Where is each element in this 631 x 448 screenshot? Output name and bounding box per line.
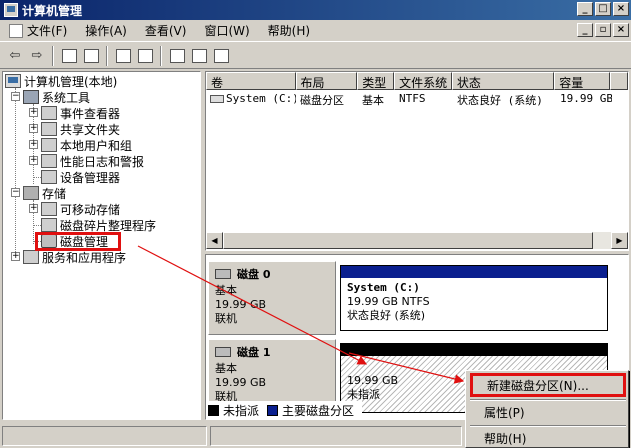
disk-icon	[215, 347, 231, 357]
menu-help[interactable]: 帮助(H)	[259, 21, 319, 41]
toolbar-separator	[160, 45, 162, 66]
menu-item-properties[interactable]: 属性(P)	[470, 400, 626, 424]
disk-0-info[interactable]: 磁盘 0 基本 19.99 GB 联机	[208, 261, 336, 335]
minimize-button[interactable]: _	[577, 2, 593, 16]
settings-button[interactable]	[210, 45, 232, 67]
show-hide-tree-button[interactable]	[80, 45, 102, 67]
partition-bar	[341, 266, 607, 278]
column-layout[interactable]: 布局	[295, 72, 358, 90]
tree-item-shared-folders[interactable]: 共享文件夹	[41, 121, 120, 137]
help-toolbar-button[interactable]	[134, 45, 156, 67]
disk-legend: 未指派 主要磁盘分区	[208, 401, 363, 419]
column-filesystem[interactable]: 文件系统	[394, 72, 452, 90]
toolbar: ⇦ ⇨	[0, 43, 631, 69]
status-panel	[210, 426, 462, 446]
column-capacity[interactable]: 容量	[554, 72, 611, 90]
mmc-window-icon	[9, 23, 23, 38]
menu-window[interactable]: 窗口(W)	[195, 21, 258, 41]
services-icon	[23, 250, 39, 264]
volume-list: 卷 布局 类型 文件系统 状态 容量 System (C:) 磁盘分区 基本 N…	[205, 71, 629, 251]
shared-folder-icon	[41, 122, 57, 136]
table-row[interactable]: System (C:) 磁盘分区 基本 NTFS 状态良好 (系统) 19.99…	[206, 91, 612, 107]
collapse-system-tools[interactable]: −	[11, 92, 20, 101]
volume-icon	[210, 95, 224, 103]
console-tree-icon	[83, 48, 99, 63]
gear-icon	[213, 48, 229, 63]
back-button[interactable]: ⇦	[4, 45, 26, 67]
removable-storage-icon	[41, 202, 57, 216]
tree-item-system-tools[interactable]: 系统工具	[23, 89, 90, 105]
disk-icon	[215, 269, 231, 279]
scroll-right-button[interactable]: ▶	[611, 232, 628, 249]
expand-services[interactable]: +	[11, 252, 20, 261]
defrag-icon	[41, 218, 57, 232]
partition-system-c[interactable]: System (C:) 19.99 GB NTFS 状态良好 (系统)	[340, 265, 608, 331]
close-button[interactable]: ×	[613, 2, 629, 16]
title-bar: 计算机管理 _ □ ×	[0, 0, 631, 20]
window-title: 计算机管理	[22, 3, 83, 18]
device-manager-icon	[41, 170, 57, 184]
folder-up-icon	[61, 48, 77, 63]
toolbar-separator	[106, 45, 108, 66]
menu-bar: 文件(F) 操作(A) 查看(V) 窗口(W) 帮助(H) _ ▫ ×	[0, 20, 631, 42]
event-viewer-icon	[41, 106, 57, 120]
tree-item-local-users[interactable]: 本地用户和组	[41, 137, 132, 153]
menu-action[interactable]: 操作(A)	[76, 21, 136, 41]
properties-toolbar-button[interactable]	[112, 45, 134, 67]
forward-button[interactable]: ⇨	[26, 45, 48, 67]
tools-icon	[23, 90, 39, 104]
tree-item-perf-logs[interactable]: 性能日志和警报	[41, 153, 144, 169]
properties-icon	[115, 48, 131, 63]
computer-management-icon	[4, 3, 18, 17]
arrow-left-icon: ⇦	[9, 48, 21, 63]
column-type[interactable]: 类型	[357, 72, 395, 90]
child-minimize-button[interactable]: _	[577, 23, 593, 37]
export-icon	[191, 48, 207, 63]
child-restore-button[interactable]: ▫	[595, 23, 611, 37]
tree-item-removable-storage[interactable]: 可移动存储	[41, 201, 120, 217]
volume-list-header: 卷 布局 类型 文件系统 状态 容量	[206, 72, 628, 90]
tree-item-storage[interactable]: 存储	[23, 185, 66, 201]
refresh-button[interactable]	[166, 45, 188, 67]
refresh-icon	[169, 48, 185, 63]
performance-icon	[41, 154, 57, 168]
child-close-button[interactable]: ×	[613, 23, 629, 37]
column-extra[interactable]	[610, 72, 628, 90]
expand-perf-logs[interactable]: +	[29, 156, 38, 165]
expand-removable-storage[interactable]: +	[29, 204, 38, 213]
arrow-right-icon: ⇨	[31, 48, 43, 63]
scroll-left-button[interactable]: ◀	[206, 232, 223, 249]
volume-list-scrollbar[interactable]: ◀ ▶	[206, 232, 628, 249]
export-list-button[interactable]	[188, 45, 210, 67]
computer-icon	[5, 74, 21, 88]
menu-item-help[interactable]: 帮助(H)	[470, 426, 626, 448]
tree-item-event-viewer[interactable]: 事件查看器	[41, 105, 120, 121]
tree-item-device-manager[interactable]: 设备管理器	[41, 169, 120, 185]
primary-partition-swatch	[267, 404, 279, 416]
tree-item-services[interactable]: 服务和应用程序	[23, 249, 126, 265]
expand-local-users[interactable]: +	[29, 140, 38, 149]
toolbar-separator	[52, 45, 54, 66]
expand-shared-folders[interactable]: +	[29, 124, 38, 133]
partition-bar	[341, 344, 607, 356]
expand-event-viewer[interactable]: +	[29, 108, 38, 117]
status-panel	[2, 426, 207, 446]
disk-management-highlight	[35, 232, 121, 251]
scroll-thumb[interactable]	[223, 232, 593, 249]
maximize-button[interactable]: □	[595, 2, 611, 16]
tree-root[interactable]: 计算机管理(本地)	[5, 73, 117, 89]
collapse-storage[interactable]: −	[11, 188, 20, 197]
context-menu: 新建磁盘分区(N)... 属性(P) 帮助(H)	[465, 370, 629, 448]
help-icon	[137, 48, 153, 63]
column-status[interactable]: 状态	[451, 72, 555, 90]
tree-item-defrag[interactable]: 磁盘碎片整理程序	[41, 217, 156, 233]
up-one-level-button[interactable]	[58, 45, 80, 67]
menu-view[interactable]: 查看(V)	[136, 21, 196, 41]
column-volume[interactable]: 卷	[206, 72, 296, 90]
menu-item-new-partition[interactable]: 新建磁盘分区(N)...	[470, 373, 626, 397]
users-icon	[41, 138, 57, 152]
unallocated-swatch	[208, 404, 219, 416]
menu-file[interactable]: 文件(F)	[0, 21, 76, 41]
storage-icon	[23, 186, 39, 200]
